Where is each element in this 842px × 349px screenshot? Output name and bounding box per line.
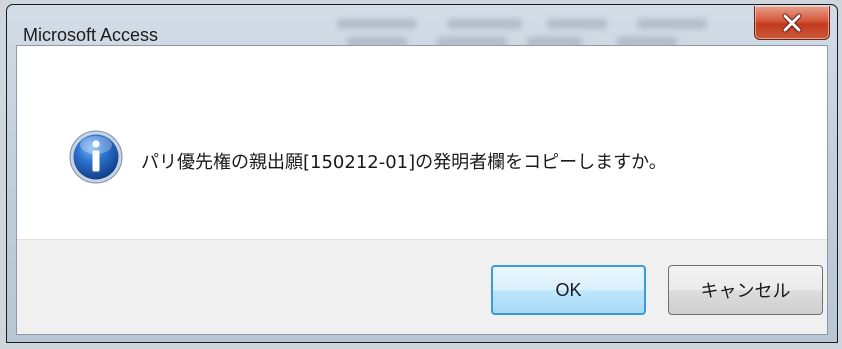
dialog-body: パリ優先権の親出願[150212-01]の発明者欄をコピーしますか。 OK キャ… [16, 45, 828, 335]
message-area: パリ優先権の親出願[150212-01]の発明者欄をコピーしますか。 [17, 46, 827, 239]
close-button[interactable] [754, 6, 830, 40]
close-icon [782, 13, 802, 32]
window-title: Microsoft Access [23, 25, 159, 45]
ok-button[interactable]: OK [491, 265, 646, 315]
button-bar: OK キャンセル [17, 239, 827, 334]
message-text: パリ優先権の親出願[150212-01]の発明者欄をコピーしますか。 [141, 152, 667, 173]
information-icon [69, 130, 123, 184]
cancel-button[interactable]: キャンセル [668, 265, 823, 315]
dialog-window: Microsoft Access パリ優先権の親出願[150212-01]の発明… [6, 4, 838, 343]
